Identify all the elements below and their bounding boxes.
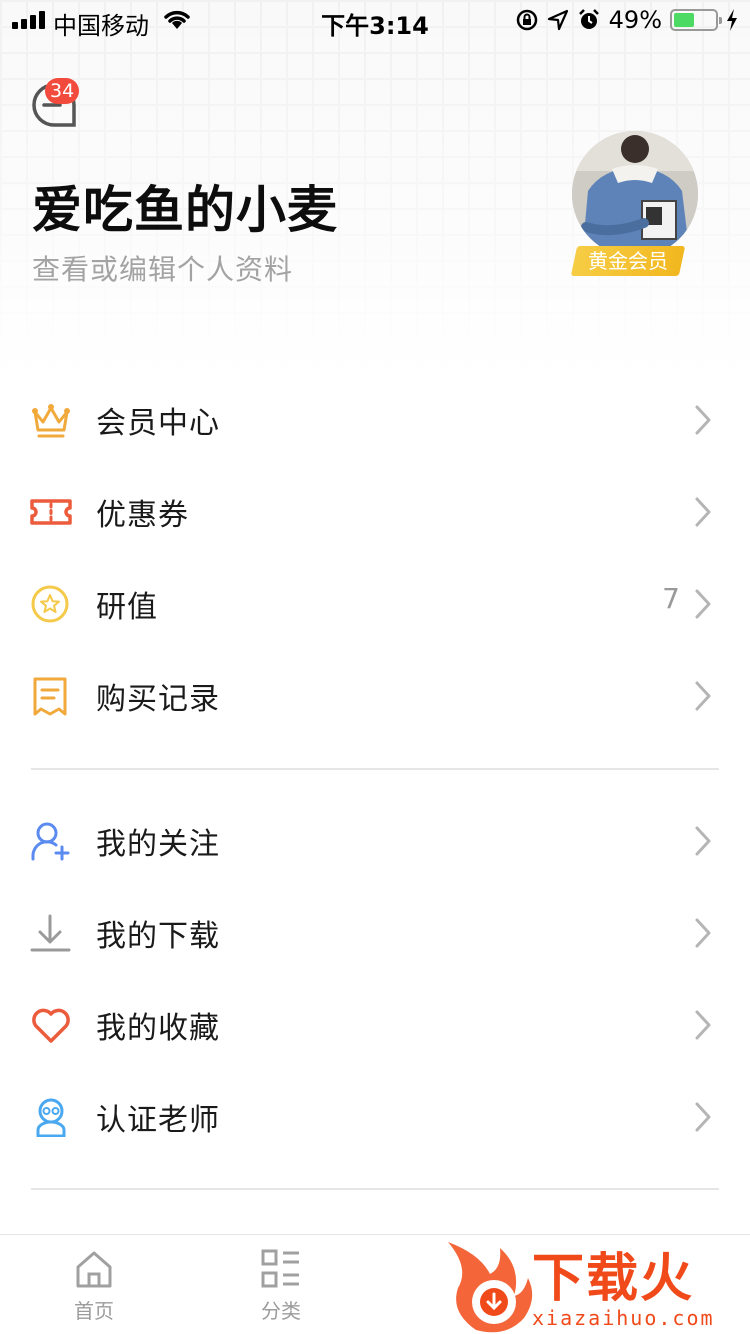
menu-item-label: 认证老师 bbox=[96, 1103, 220, 1138]
alarm-icon bbox=[578, 9, 599, 29]
download-icon bbox=[30, 914, 71, 952]
tab-label: 分类 bbox=[261, 1299, 301, 1323]
tab-category[interactable]: 分类 bbox=[221, 1235, 341, 1334]
location-icon bbox=[547, 9, 568, 31]
chevron-right-icon bbox=[695, 497, 711, 527]
crown-icon bbox=[32, 404, 70, 438]
menu-group-content: 我的关注 我的下载 我的收藏 认证老师 bbox=[0, 795, 750, 1163]
receipt-icon bbox=[33, 677, 67, 716]
avatar-image bbox=[572, 131, 698, 257]
star-coin-icon bbox=[31, 585, 69, 623]
teacher-icon bbox=[36, 1098, 66, 1137]
chevron-right-icon bbox=[695, 826, 711, 856]
menu-item-coupons[interactable]: 优惠券 bbox=[0, 466, 750, 558]
chevron-right-icon bbox=[695, 589, 711, 619]
chevron-right-icon bbox=[695, 1010, 711, 1040]
menu-item-purchase-history[interactable]: 购买记录 bbox=[0, 650, 750, 742]
heart-icon bbox=[32, 1008, 70, 1043]
section-divider bbox=[31, 768, 719, 770]
home-icon bbox=[76, 1251, 112, 1288]
user-name[interactable]: 爱吃鱼的小麦 bbox=[32, 170, 338, 242]
message-badge: 34 bbox=[45, 78, 80, 104]
menu-item-label: 我的下载 bbox=[96, 919, 220, 954]
battery-percent: 49% bbox=[608, 6, 662, 34]
avatar[interactable] bbox=[572, 131, 698, 257]
watermark-text: 下载火 bbox=[532, 1249, 695, 1309]
chevron-right-icon bbox=[695, 681, 711, 711]
watermark-url: xiazaihuo.com bbox=[532, 1306, 715, 1330]
menu-item-label: 会员中心 bbox=[96, 406, 220, 441]
charging-icon bbox=[727, 9, 737, 31]
add-user-icon bbox=[31, 822, 70, 861]
member-level-badge: 黄金会员 bbox=[570, 246, 686, 276]
menu-item-certified-teacher[interactable]: 认证老师 bbox=[0, 1071, 750, 1163]
menu-item-favorites[interactable]: 我的收藏 bbox=[0, 979, 750, 1071]
menu-item-value: 7 bbox=[662, 582, 680, 615]
chevron-right-icon bbox=[695, 405, 711, 435]
chevron-right-icon bbox=[695, 1102, 711, 1132]
menu-item-downloads[interactable]: 我的下载 bbox=[0, 887, 750, 979]
tab-label: 首页 bbox=[74, 1299, 114, 1323]
battery-icon bbox=[670, 9, 722, 31]
menu-item-label: 研值 bbox=[96, 590, 158, 625]
menu-item-label: 优惠券 bbox=[96, 498, 189, 533]
tab-home[interactable]: 首页 bbox=[34, 1235, 154, 1334]
menu-item-points[interactable]: 研值 7 bbox=[0, 558, 750, 650]
edit-profile-link[interactable]: 查看或编辑个人资料 bbox=[32, 248, 293, 288]
menu-item-label: 购买记录 bbox=[96, 682, 220, 717]
profile-page: 中国移动 下午3:14 49% 34 爱吃鱼的小麦 查看或编辑个人资料 黄金会员… bbox=[0, 0, 750, 1334]
orientation-lock-icon bbox=[516, 9, 537, 31]
coupon-icon bbox=[30, 499, 72, 525]
chevron-right-icon bbox=[695, 918, 711, 948]
menu-item-label: 我的收藏 bbox=[96, 1011, 220, 1046]
category-icon bbox=[261, 1249, 299, 1288]
menu-group-account: 会员中心 优惠券 研值 7 购买记录 bbox=[0, 374, 750, 742]
status-bar: 中国移动 下午3:14 49% bbox=[0, 0, 750, 40]
menu-item-member-center[interactable]: 会员中心 bbox=[0, 374, 750, 466]
menu-item-label: 我的关注 bbox=[96, 827, 220, 862]
section-divider bbox=[31, 1188, 719, 1190]
menu-item-following[interactable]: 我的关注 bbox=[0, 795, 750, 887]
